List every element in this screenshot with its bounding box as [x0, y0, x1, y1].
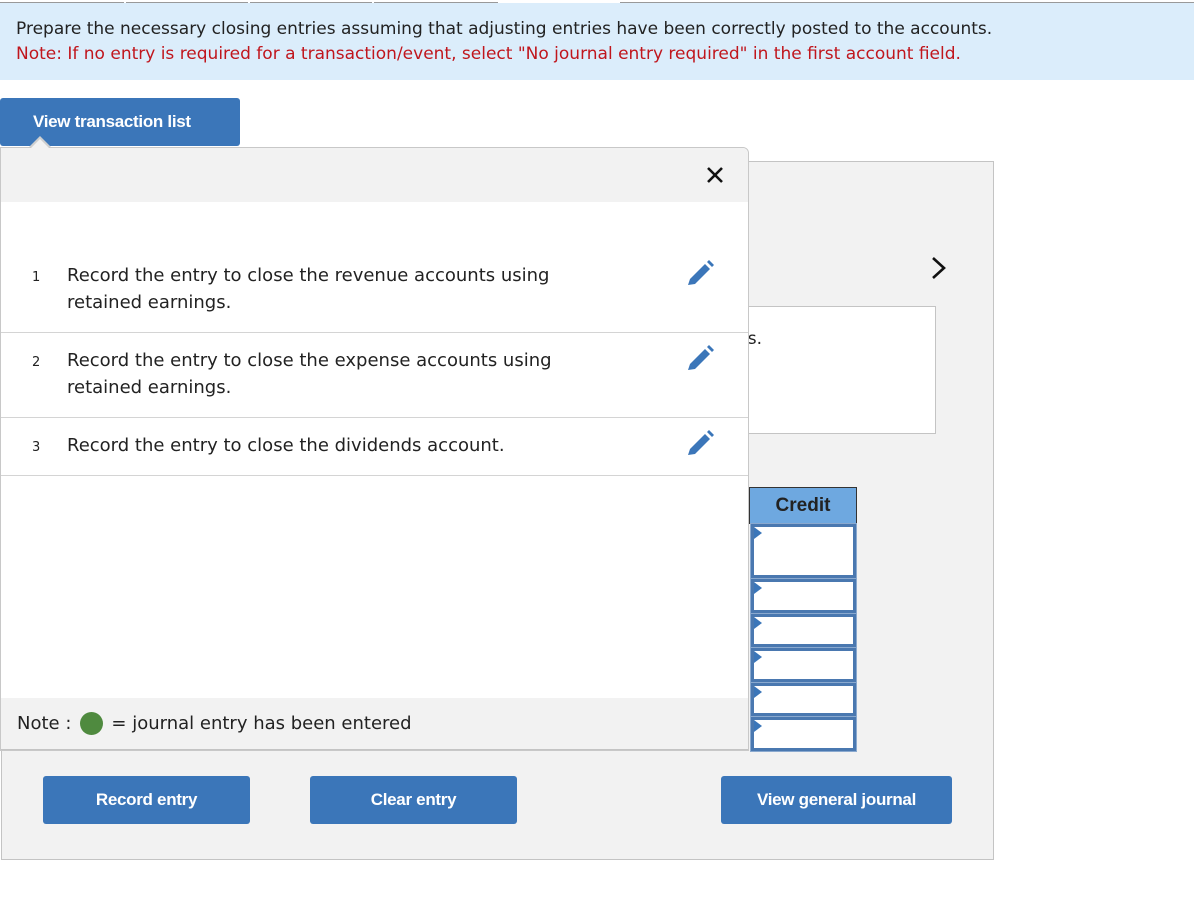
transaction-number: 2: [32, 355, 41, 370]
credit-column-header: Credit: [749, 487, 857, 524]
entered-status-dot-icon: [80, 712, 104, 735]
cell-flag-icon: [754, 582, 762, 594]
cell-flag-icon: [754, 720, 762, 732]
credit-input[interactable]: [750, 682, 857, 717]
credit-input[interactable]: [750, 647, 857, 683]
instructions-banner: Prepare the necessary closing entries as…: [0, 3, 1194, 80]
popover-caret-fill: [31, 139, 49, 148]
record-entry-button[interactable]: Record entry: [43, 776, 250, 824]
transaction-row[interactable]: 3 Record the entry to close the dividend…: [1, 418, 748, 476]
credit-input[interactable]: [750, 716, 857, 752]
transaction-text: Record the entry to close the expense ac…: [67, 350, 552, 398]
transaction-row[interactable]: 2 Record the entry to close the expense …: [1, 333, 748, 418]
pencil-icon[interactable]: [685, 260, 717, 288]
cell-flag-icon: [754, 527, 762, 539]
transaction-text: Record the entry to close the dividends …: [67, 435, 505, 456]
legend-note-text: Note : = journal entry has been entered: [17, 712, 412, 735]
transaction-row[interactable]: 1 Record the entry to close the revenue …: [1, 202, 748, 333]
credit-input[interactable]: [750, 613, 857, 648]
credit-input[interactable]: [750, 578, 857, 614]
legend-note: Note : = journal entry has been entered: [1, 698, 748, 750]
pencil-icon[interactable]: [685, 430, 717, 458]
note-suffix: = journal entry has been entered: [111, 713, 412, 734]
cell-flag-icon: [754, 686, 762, 698]
instruction-text: Prepare the necessary closing entries as…: [16, 19, 993, 39]
credit-input[interactable]: [750, 523, 857, 579]
view-general-journal-button[interactable]: View general journal: [721, 776, 952, 824]
transaction-list-popover: 1 Record the entry to close the revenue …: [0, 147, 749, 751]
transaction-number: 3: [32, 440, 41, 455]
cell-flag-icon: [754, 651, 762, 663]
transaction-number: 1: [32, 270, 41, 285]
note-prefix: Note :: [17, 713, 72, 734]
entry-description-box: gs.: [742, 306, 936, 434]
cell-flag-icon: [754, 617, 762, 629]
instruction-note: Note: If no entry is required for a tran…: [16, 44, 961, 64]
close-icon[interactable]: [702, 162, 728, 188]
clear-entry-button[interactable]: Clear entry: [310, 776, 517, 824]
chevron-right-icon[interactable]: [929, 253, 949, 283]
popover-header: [1, 148, 748, 202]
pencil-icon[interactable]: [685, 345, 717, 373]
transaction-text: Record the entry to close the revenue ac…: [67, 265, 550, 313]
